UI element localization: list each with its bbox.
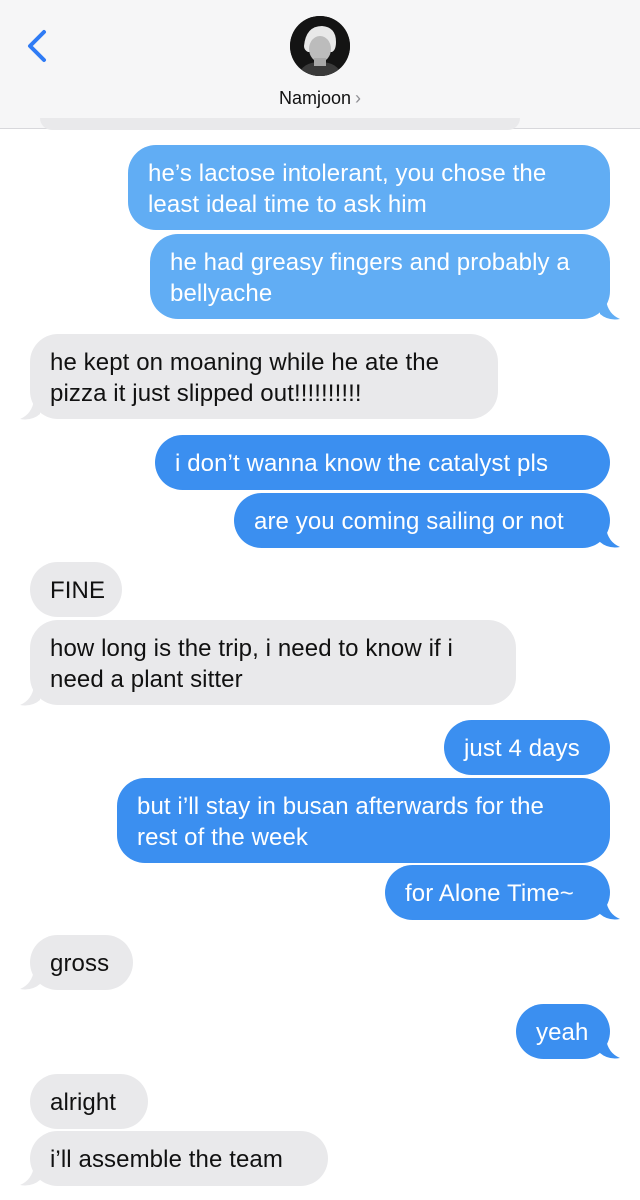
bubble-tail (600, 900, 620, 920)
message-text: yeah (536, 1019, 589, 1046)
message-bubble-received[interactable]: he kept on moaning while he ate the pizz… (30, 334, 498, 419)
message-bubble-sent[interactable]: but i’ll stay in busan afterwards for th… (117, 778, 610, 863)
message-text: i don’t wanna know the catalyst pls (175, 450, 549, 477)
bubble-tail (20, 970, 40, 990)
chevron-right-icon: › (355, 88, 362, 108)
message-text: but i’ll stay in busan afterwards for th… (137, 793, 544, 851)
bubble-tail (20, 686, 40, 706)
bubble-tail (600, 1039, 620, 1059)
contact-name: Namjoon (278, 88, 352, 108)
bubble-tail (20, 1166, 40, 1186)
message-text: i’ll assemble the team (50, 1146, 283, 1173)
message-bubble-sent[interactable]: i don’t wanna know the catalyst pls (155, 435, 610, 490)
contact-name-button[interactable]: Namjoon › (0, 88, 640, 109)
avatar[interactable] (290, 16, 350, 76)
message-text: alright (50, 1089, 117, 1116)
bubble-tail (600, 528, 620, 548)
message-bubble-sent[interactable]: for Alone Time~ (385, 865, 610, 920)
message-bubble-received[interactable]: i’ll assemble the team (30, 1131, 328, 1186)
bubble-tail (20, 400, 40, 420)
message-text: how long is the trip, i need to know if … (50, 635, 453, 693)
message-bubble-received[interactable]: how long is the trip, i need to know if … (30, 620, 516, 705)
chevron-left-icon (28, 30, 46, 62)
message-text: just 4 days (464, 735, 580, 762)
message-text: he had greasy fingers and probably a bel… (170, 249, 570, 307)
message-bubble-sent[interactable]: he’s lactose intolerant, you chose the l… (128, 145, 610, 230)
conversation-header: Namjoon › (0, 0, 640, 129)
message-bubble-received[interactable]: FINE (30, 562, 122, 617)
message-bubble-sent[interactable]: just 4 days (444, 720, 610, 775)
previous-message-peek (40, 118, 520, 130)
contact-photo (290, 16, 350, 76)
message-text: FINE (50, 577, 106, 604)
message-bubble-sent[interactable]: yeah (516, 1004, 610, 1059)
message-text: gross (50, 950, 110, 977)
message-text: he’s lactose intolerant, you chose the l… (148, 160, 547, 218)
message-text: he kept on moaning while he ate the pizz… (50, 349, 440, 407)
bubble-tail (600, 300, 620, 320)
message-text: are you coming sailing or not (254, 508, 564, 535)
message-bubble-received[interactable]: gross (30, 935, 133, 990)
message-text: for Alone Time~ (405, 880, 574, 907)
message-bubble-sent[interactable]: are you coming sailing or not (234, 493, 610, 548)
message-bubble-received[interactable]: alright (30, 1074, 148, 1129)
message-bubble-sent[interactable]: he had greasy fingers and probably a bel… (150, 234, 610, 319)
back-button[interactable] (20, 24, 56, 68)
